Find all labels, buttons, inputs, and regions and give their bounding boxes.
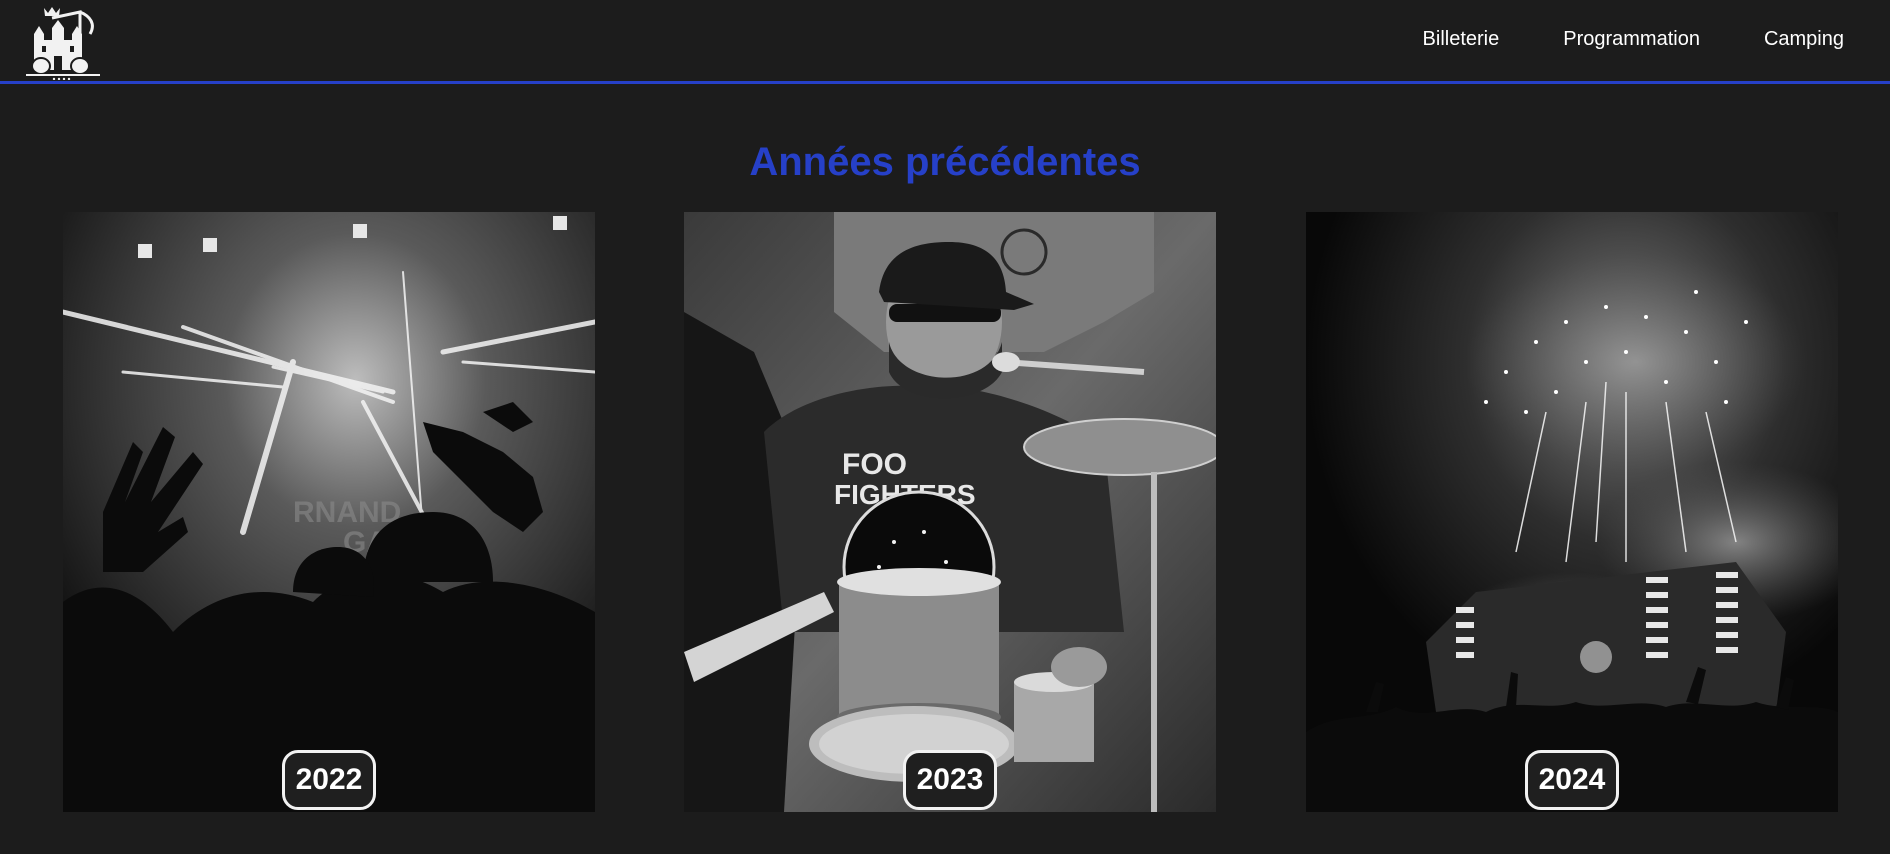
- year-badge: 2022: [282, 750, 376, 810]
- drummer-photo: FOO FIGHTERS: [684, 212, 1216, 812]
- main-nav: Billeterie Programmation Camping: [1359, 28, 1844, 51]
- fireworks-festival-photo: [1306, 212, 1838, 812]
- year-card-2022[interactable]: RNAND GADO 2022: [63, 212, 595, 812]
- svg-text:RNAND: RNAND: [293, 496, 401, 529]
- year-card-2023[interactable]: FOO FIGHTERS: [684, 212, 1216, 812]
- svg-text:FOO: FOO: [842, 448, 907, 481]
- year-badge: 2023: [903, 750, 997, 810]
- site-header: Billeterie Programmation Camping: [0, 0, 1890, 84]
- year-card-2024[interactable]: 2024: [1306, 212, 1838, 812]
- nav-link-billeterie[interactable]: Billeterie: [1423, 28, 1500, 51]
- festival-logo-icon[interactable]: [24, 4, 102, 81]
- section-title: Années précédentes: [749, 140, 1141, 184]
- nav-link-programmation[interactable]: Programmation: [1563, 28, 1700, 51]
- nav-link-camping[interactable]: Camping: [1764, 28, 1844, 51]
- concert-crowd-photo: RNAND GADO: [63, 212, 595, 812]
- year-badge: 2024: [1525, 750, 1619, 810]
